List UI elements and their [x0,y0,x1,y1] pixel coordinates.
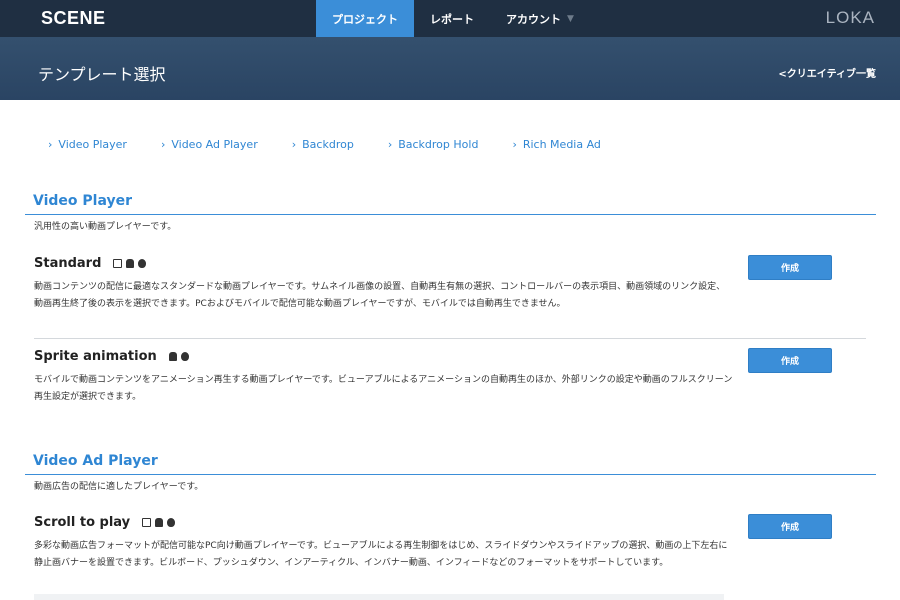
top-navbar: SCENE プロジェクト レポート アカウント ▼ LOKA [0,0,900,37]
main-content: › Video Player › Video Ad Player › Backdrop… [0,100,900,600]
chevron-right-icon: › [48,138,53,151]
page-title: テンプレート選択 [38,65,166,84]
nav-item-label: アカウント [506,12,561,26]
page-header: テンプレート選択 <クリエイティブ一覧 [0,37,900,100]
section-divider [25,474,876,475]
back-to-creative-list-link[interactable]: <クリエイティブ一覧 [778,65,876,80]
tablet-icon [113,259,123,268]
create-button[interactable]: 作成 [748,348,832,373]
platform-icons [113,259,147,268]
anchor-rich-media-ad[interactable]: › Rich Media Ad [512,138,600,151]
section-anchor-links: › Video Player › Video Ad Player › Backdrop… [48,138,635,151]
anchor-video-ad-player[interactable]: › Video Ad Player [161,138,258,151]
create-button[interactable]: 作成 [748,514,832,539]
anchor-backdrop-hold[interactable]: › Backdrop Hold [388,138,479,151]
nav-item-label: レポート [430,12,474,26]
preview-placeholder [34,594,724,600]
apple-icon [138,259,147,268]
section-description: 動画広告の配信に適したプレイヤーです。 [34,482,204,492]
nav-item-project[interactable]: プロジェクト [316,0,414,37]
nav-item-label: プロジェクト [332,12,398,26]
apple-icon [180,352,189,361]
chevron-right-icon: › [512,138,517,151]
brand-logo: LOKA [825,8,875,27]
android-icon [168,352,177,361]
section-title: Video Player [33,193,132,209]
template-description: モバイルで動画コンテンツをアニメーション再生する動画プレイヤーです。ビューアブル… [34,375,733,402]
chevron-right-icon: › [291,138,297,151]
apple-icon [167,518,176,527]
chevron-right-icon: › [160,138,166,151]
platform-icons [168,352,189,361]
section-title: Video Ad Player [33,453,158,469]
create-button[interactable]: 作成 [748,255,832,280]
section-divider [25,214,876,215]
anchor-backdrop[interactable]: › Backdrop [292,138,354,151]
nav-item-account[interactable]: アカウント ▼ [490,0,590,37]
android-icon [155,518,164,527]
template-description: 動画コンテンツの配信に最適なスタンダードな動画プレイヤーです。サムネイル画像の設… [34,282,726,309]
android-icon [126,259,135,268]
section-description: 汎用性の高い動画プレイヤーです。 [34,222,177,232]
main-nav: プロジェクト レポート アカウント ▼ [316,0,590,37]
platform-icons [142,518,176,527]
chevron-right-icon: › [387,138,393,151]
template-description: 多彩な動画広告フォーマットが配信可能なPC向け動画プレイヤーです。ビューアブルに… [34,541,728,568]
chevron-down-icon: ▼ [567,13,574,24]
anchor-video-player[interactable]: › Video Player [48,138,127,151]
tablet-icon [142,518,152,527]
card-divider [34,338,866,339]
app-logo[interactable]: SCENE [41,8,106,29]
nav-item-report[interactable]: レポート [414,0,490,37]
